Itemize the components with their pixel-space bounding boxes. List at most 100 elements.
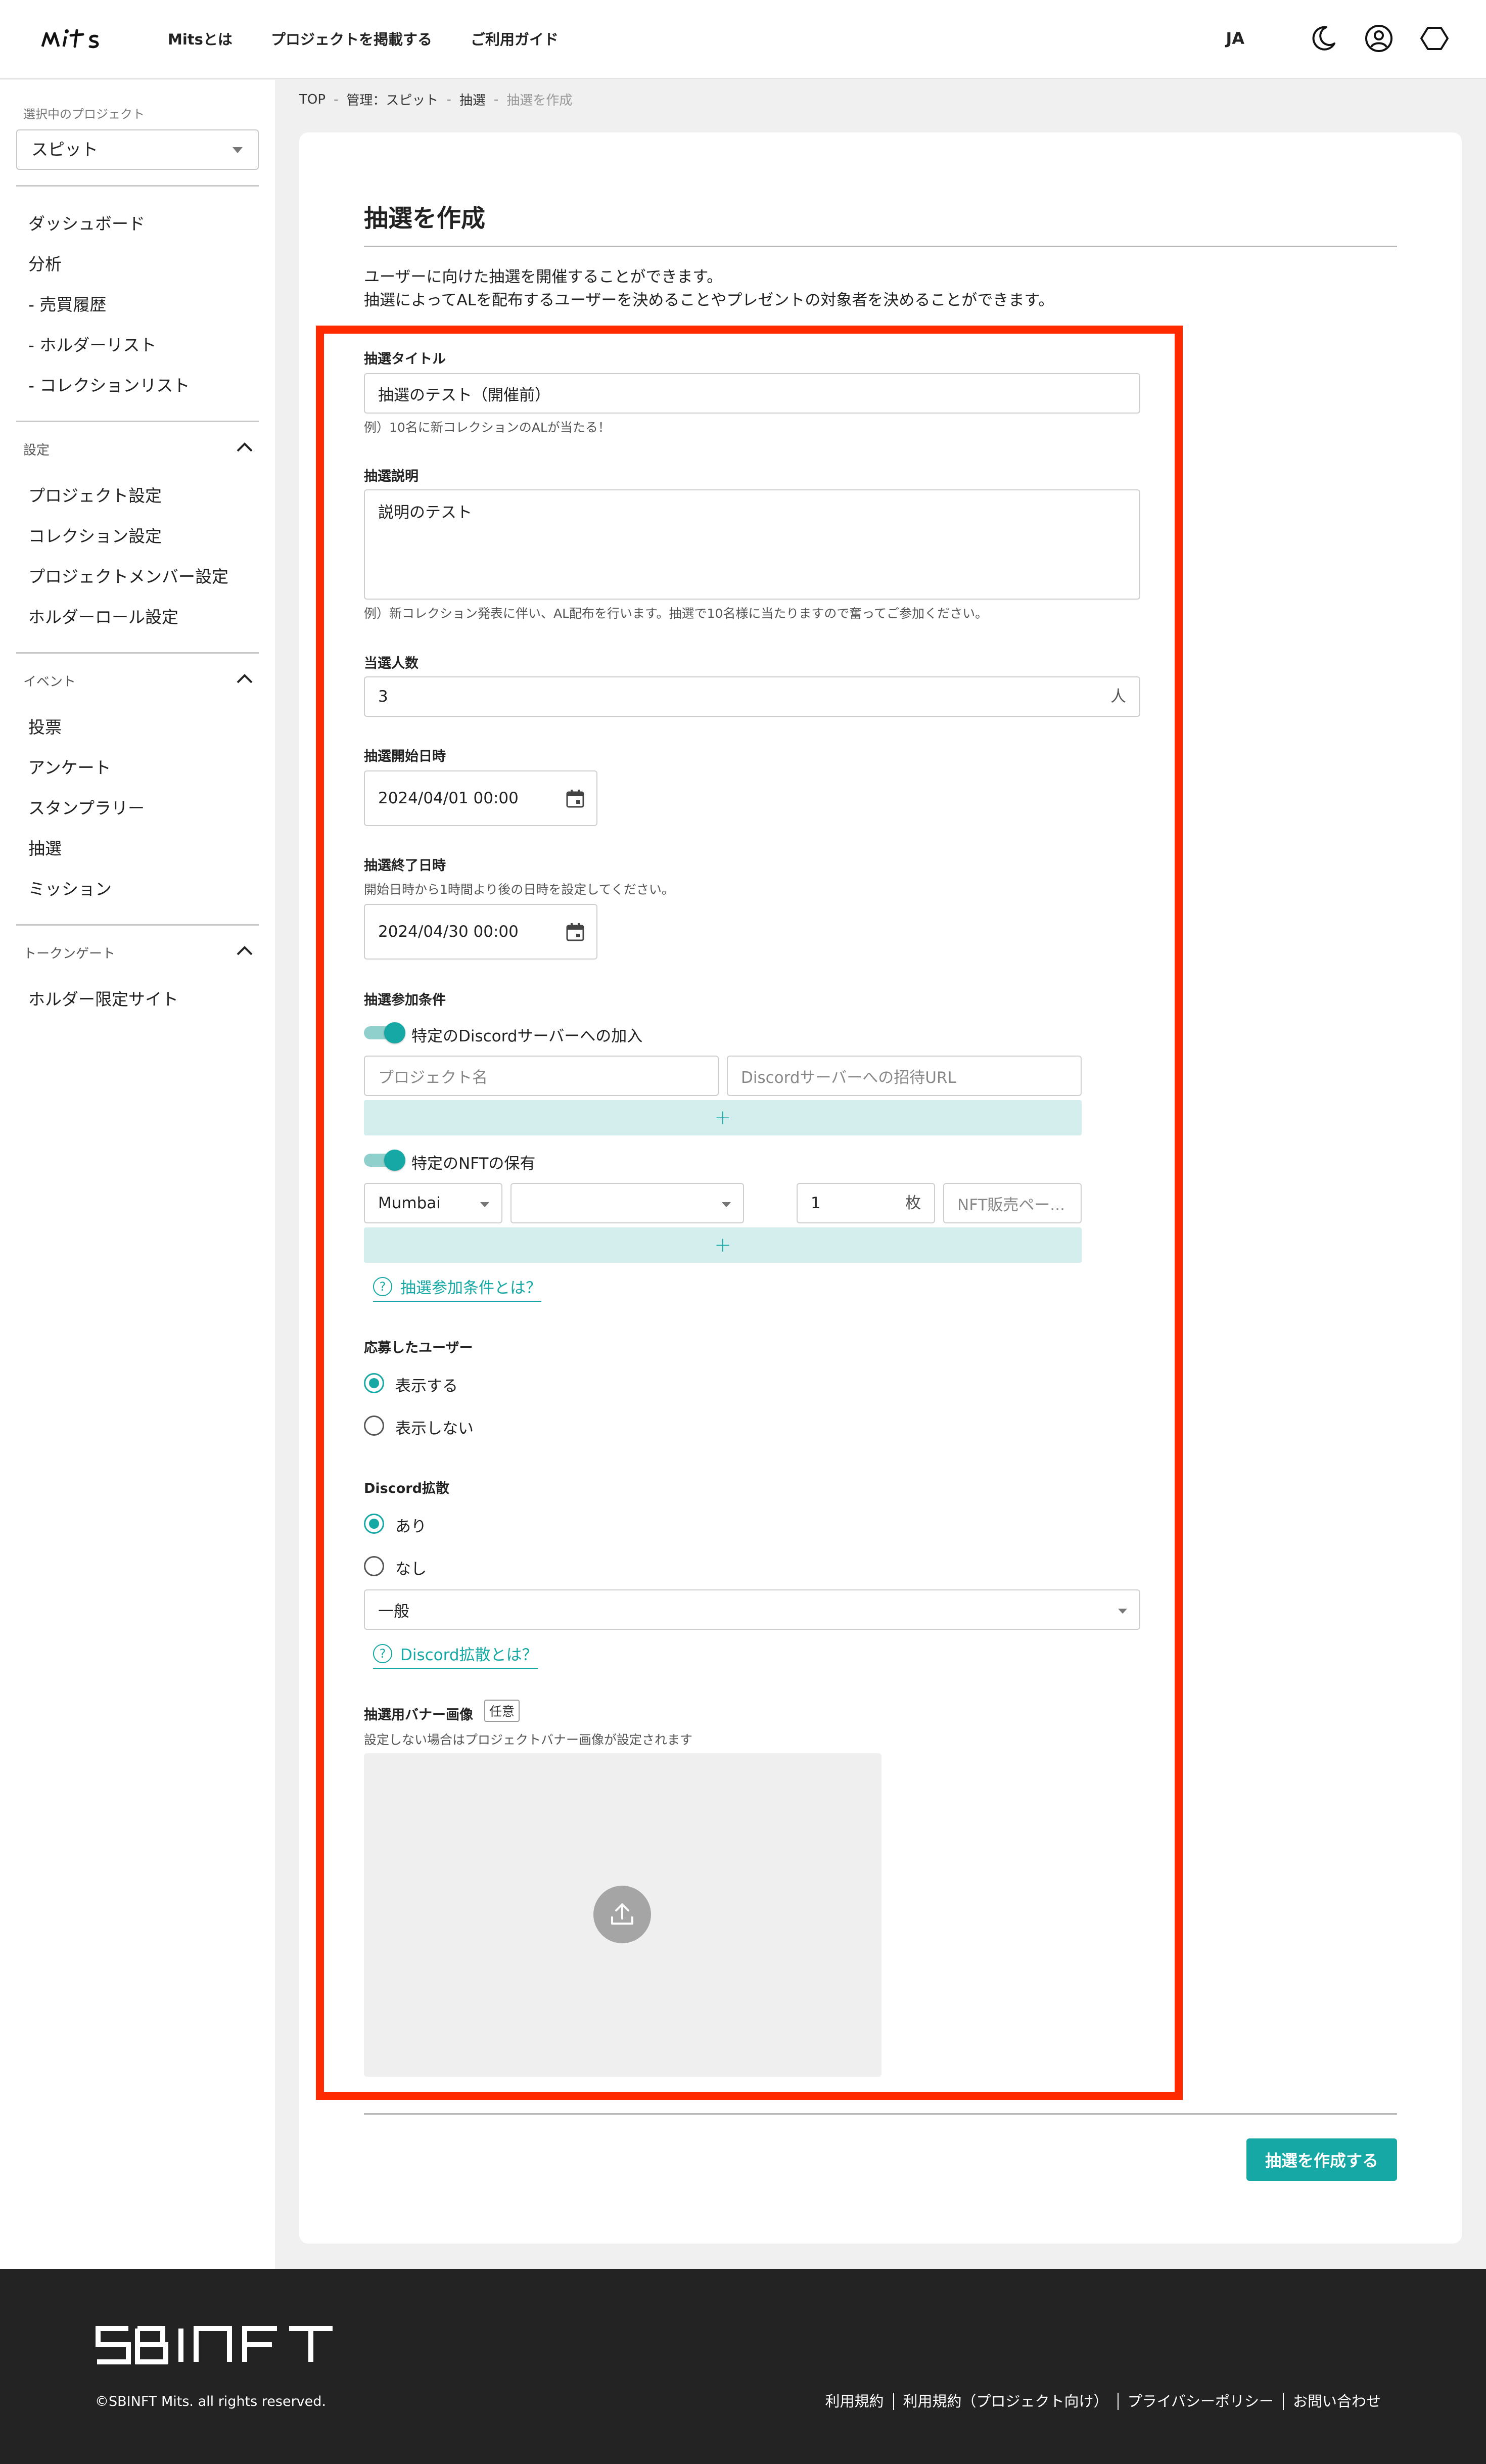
page-description-1: ユーザーに向けた抽選を開催することができます。 — [364, 268, 723, 286]
banner-upload-area[interactable] — [364, 1753, 881, 2077]
moon-icon[interactable] — [1307, 22, 1339, 55]
project-select-value: スピット — [31, 140, 98, 159]
chevron-down-icon — [480, 1202, 489, 1207]
applicants-hide-radio[interactable] — [364, 1416, 384, 1436]
copyright: ©SBINFT Mits. all rights reserved. — [95, 2394, 326, 2409]
nav-about[interactable]: Mitsとは — [168, 27, 233, 52]
question-circle-icon: ? — [373, 1276, 392, 1296]
sidebar-section-token-gate[interactable]: トークンゲート — [23, 943, 115, 962]
sidebar-item-holder-role-settings[interactable]: ホルダーロール設定 — [28, 604, 178, 628]
nft-page-url-placeholder: NFT販売ペー... — [957, 1196, 1065, 1214]
sidebar-item-mission[interactable]: ミッション — [28, 876, 112, 900]
sidebar-item-vote[interactable]: 投票 — [28, 714, 62, 738]
sidebar-item-analytics[interactable]: 分析 — [28, 251, 62, 275]
sidebar-item-holder-site[interactable]: ホルダー限定サイト — [28, 986, 178, 1010]
title-divider — [364, 246, 1397, 247]
nft-page-url-input[interactable]: NFT販売ペー... — [943, 1183, 1082, 1223]
toggle-thumb — [384, 1022, 405, 1043]
discord-condition-label: 特定のDiscordサーバーへの加入 — [411, 1027, 643, 1045]
banner-hint: 設定しない場合はプロジェクトバナー画像が設定されます — [364, 1732, 693, 1747]
chevron-up-icon[interactable] — [235, 943, 255, 959]
create-lottery-button[interactable]: 抽選を作成する — [1246, 2138, 1397, 2181]
discord-share-yes-radio[interactable] — [364, 1514, 384, 1534]
project-name-input[interactable]: プロジェクト名 — [364, 1056, 719, 1096]
applicants-hide-label[interactable]: 表示しない — [395, 1416, 474, 1438]
chevron-up-icon[interactable] — [235, 440, 255, 455]
add-nft-condition-button[interactable]: + — [364, 1227, 1082, 1263]
invite-url-input[interactable]: Discordサーバーへの招待URL — [727, 1056, 1082, 1096]
upload-button[interactable] — [593, 1886, 651, 1943]
page-description-2: 抽選によってALを配布するユーザーを決めることやプレゼントの対象者を決めることが… — [364, 291, 1054, 309]
discord-share-no-radio[interactable] — [364, 1556, 384, 1576]
winners-label: 当選人数 — [364, 656, 419, 671]
breadcrumb-project[interactable]: 管理：スピット — [346, 90, 438, 109]
collection-select[interactable] — [510, 1183, 744, 1223]
add-discord-condition-button[interactable]: + — [364, 1100, 1082, 1135]
nav-list-project[interactable]: プロジェクトを掲載する — [271, 27, 432, 52]
discord-channel-value: 一般 — [378, 1602, 409, 1621]
sidebar-divider — [16, 652, 259, 654]
breadcrumb-lottery[interactable]: 抽選 — [459, 90, 486, 109]
discord-share-help-text: Discord拡散とは？ — [400, 1646, 538, 1664]
title-label: 抽選タイトル — [364, 351, 446, 367]
sidebar-section-settings[interactable]: 設定 — [23, 440, 50, 459]
breadcrumb-current: 抽選を作成 — [506, 93, 573, 108]
sbinft-logo[interactable] — [95, 2325, 338, 2366]
discord-share-help-link[interactable]: ? Discord拡散とは？ — [373, 1642, 538, 1669]
nav-guide[interactable]: ご利用ガイド — [471, 27, 559, 52]
discord-share-no-label[interactable]: なし — [395, 1556, 427, 1579]
nft-condition-toggle[interactable] — [364, 1150, 405, 1171]
sidebar-item-collection-settings[interactable]: コレクション設定 — [28, 523, 162, 547]
mits-logo[interactable] — [39, 22, 124, 55]
sidebar-item-collection-list[interactable]: - コレクションリスト — [28, 372, 190, 396]
calendar-icon[interactable] — [565, 789, 585, 809]
optional-badge: 任意 — [484, 1700, 520, 1722]
discord-share-label: Discord拡散 — [364, 1481, 449, 1496]
conditions-label: 抽選参加条件 — [364, 992, 446, 1008]
user-circle-icon[interactable] — [1363, 22, 1395, 55]
sidebar-item-project-settings[interactable]: プロジェクト設定 — [28, 482, 162, 507]
applicants-show-radio[interactable] — [364, 1373, 384, 1393]
sidebar-item-trade-history[interactable]: - 売買履歴 — [28, 291, 106, 315]
footer-link-privacy[interactable]: プライバシーポリシー — [1117, 2393, 1283, 2410]
project-caption: 選択中のプロジェクト — [23, 107, 145, 121]
sidebar-item-member-settings[interactable]: プロジェクトメンバー設定 — [28, 563, 228, 587]
sidebar-item-survey[interactable]: アンケート — [28, 754, 111, 779]
hexagon-icon[interactable] — [1418, 22, 1451, 55]
footer-link-terms[interactable]: 利用規約 — [816, 2393, 893, 2410]
applicants-show-label[interactable]: 表示する — [395, 1373, 458, 1396]
sidebar-item-lottery[interactable]: 抽選 — [28, 835, 62, 859]
footer-link-project-terms[interactable]: 利用規約（プロジェクト向け） — [893, 2393, 1118, 2410]
sidebar — [0, 80, 275, 2269]
conditions-help-text: 抽選参加条件とは？ — [400, 1279, 541, 1297]
chevron-up-icon[interactable] — [235, 671, 255, 687]
language-switch[interactable]: JA — [1226, 29, 1244, 48]
winners-input[interactable]: 3 人 — [364, 676, 1140, 717]
sidebar-item-stamp-rally[interactable]: スタンプラリー — [28, 795, 145, 819]
network-select[interactable]: Mumbai — [364, 1183, 502, 1223]
discord-condition-toggle[interactable] — [364, 1022, 405, 1043]
chevron-down-icon — [233, 147, 243, 153]
sidebar-item-holder-list[interactable]: - ホルダーリスト — [28, 332, 156, 356]
page-title: 抽選を作成 — [364, 204, 486, 233]
breadcrumb-top[interactable]: TOP — [299, 92, 326, 107]
nft-count-input[interactable]: 1 枚 — [797, 1183, 935, 1223]
title-input[interactable]: 抽選のテスト（開催前） — [364, 373, 1140, 414]
project-select[interactable]: スピット — [16, 129, 259, 170]
start-date-input[interactable]: 2024/04/01 00:00 — [364, 770, 597, 826]
chevron-down-icon — [1118, 1609, 1127, 1614]
sidebar-section-event[interactable]: イベント — [23, 671, 76, 690]
discord-share-yes-label[interactable]: あり — [395, 1514, 427, 1536]
header-actions: JA — [1226, 22, 1451, 55]
end-date-value: 2024/04/30 00:00 — [378, 923, 519, 941]
calendar-icon[interactable] — [565, 922, 585, 942]
project-name-placeholder: プロジェクト名 — [378, 1068, 488, 1087]
start-date-value: 2024/04/01 00:00 — [378, 789, 519, 807]
footer-link-contact[interactable]: お問い合わせ — [1282, 2393, 1390, 2410]
end-date-input[interactable]: 2024/04/30 00:00 — [364, 904, 597, 960]
description-textarea[interactable]: 説明のテスト — [364, 489, 1140, 600]
end-date-hint: 開始日時から1時間より後の日時を設定してください。 — [364, 882, 674, 897]
discord-channel-select[interactable]: 一般 — [364, 1589, 1140, 1630]
sidebar-item-dashboard[interactable]: ダッシュボード — [28, 210, 145, 235]
conditions-help-link[interactable]: ? 抽選参加条件とは？ — [373, 1275, 541, 1302]
